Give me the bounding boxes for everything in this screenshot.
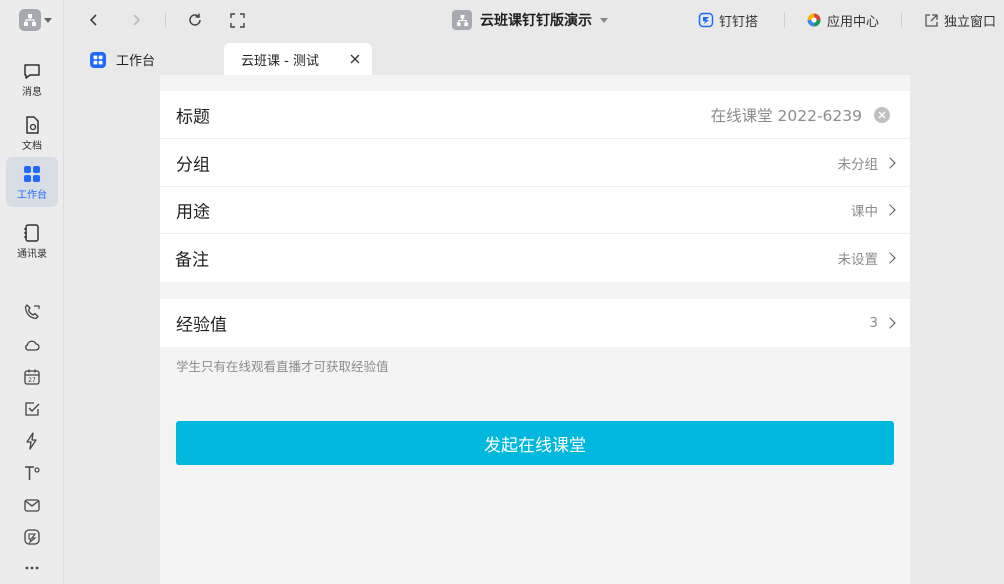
tab-label: 云班课 - 测试 — [241, 53, 319, 69]
note-value: 未设置 — [837, 252, 879, 268]
form-group-basic: 标题 在线课堂 2022-6239 分组 未分组 用途 课中 备注 未设置 — [160, 91, 910, 282]
note-label: 备注 — [175, 250, 209, 271]
app-center-label: 应用中心 — [827, 14, 880, 30]
title-row[interactable]: 标题 在线课堂 2022-6239 — [160, 91, 910, 139]
chevron-right-icon — [884, 317, 896, 329]
chevron-down-icon — [44, 17, 52, 23]
dingda-link[interactable]: 钉钉搭 — [698, 10, 758, 30]
dingda-label: 钉钉搭 — [719, 14, 759, 30]
flash-icon[interactable] — [22, 431, 42, 451]
close-icon[interactable] — [348, 52, 362, 66]
tab-label: 工作台 — [116, 54, 156, 69]
divider — [784, 12, 785, 28]
sidebar-item-messages[interactable]: 消息 — [6, 54, 58, 104]
purpose-value: 课中 — [851, 204, 878, 220]
sidebar-item-workbench[interactable]: 工作台 — [6, 157, 58, 207]
fullscreen-icon[interactable] — [227, 10, 247, 30]
org-logo-icon — [452, 10, 472, 30]
exp-value: 3 — [869, 315, 878, 331]
purpose-label: 用途 — [176, 202, 210, 223]
sidebar-item-contacts[interactable]: 通讯录 — [6, 216, 58, 266]
phone-icon[interactable] — [22, 302, 42, 322]
dingda-icon — [698, 12, 714, 28]
clear-icon[interactable] — [874, 106, 890, 123]
org-switcher[interactable] — [19, 8, 57, 32]
back-icon[interactable] — [84, 10, 104, 30]
sidebar-item-label: 通讯录 — [17, 248, 47, 260]
chevron-down-icon — [600, 17, 608, 23]
exp-hint: 学生只有在线观看直播才可获取经验值 — [176, 359, 389, 374]
sidebar-item-label: 文档 — [22, 140, 42, 152]
contacts-icon — [24, 223, 39, 242]
group-value: 未分组 — [837, 156, 879, 173]
cloud-icon[interactable] — [22, 335, 42, 355]
tab-bar: 工作台 云班课 - 测试 — [64, 40, 1004, 75]
mail-icon[interactable] — [22, 495, 42, 515]
note-row[interactable]: 备注 未设置 — [160, 234, 910, 282]
sidebar-item-documents[interactable]: 文档 — [6, 108, 58, 158]
detach-window-icon — [925, 13, 938, 27]
start-online-class-button[interactable]: 发起在线课堂 — [176, 421, 894, 465]
more-icon[interactable] — [22, 558, 42, 578]
group-row[interactable]: 分组 未分组 — [160, 139, 910, 187]
org-title-switcher[interactable]: 云班课钉钉版演示 — [452, 8, 608, 32]
tab-workbench[interactable]: 工作台 — [90, 50, 155, 69]
divider — [901, 12, 902, 28]
forward-icon[interactable] — [126, 10, 146, 30]
message-icon — [24, 63, 40, 79]
workbench-icon — [90, 51, 106, 68]
main-content: 标题 在线课堂 2022-6239 分组 未分组 用途 课中 备注 未设置 经验… — [160, 75, 910, 584]
exp-label: 经验值 — [176, 315, 227, 336]
dingtalk-icon[interactable] — [22, 527, 42, 547]
tab-yunbanke-test[interactable]: 云班课 - 测试 — [224, 43, 372, 75]
chevron-right-icon — [884, 204, 896, 216]
sidebar-item-label: 消息 — [22, 86, 42, 98]
chevron-right-icon — [884, 156, 896, 169]
chevron-right-icon — [884, 252, 896, 264]
title-value[interactable]: 在线课堂 2022-6239 — [711, 104, 862, 126]
todo-icon[interactable] — [22, 399, 42, 419]
form-group-exp: 经验值 3 — [160, 299, 910, 347]
calendar-day: 27 — [28, 377, 36, 384]
app-center-icon — [807, 13, 821, 27]
workbench-icon — [24, 165, 40, 182]
purpose-row[interactable]: 用途 课中 — [160, 187, 910, 234]
exp-row[interactable]: 经验值 3 — [160, 299, 910, 347]
detach-window-label: 独立窗口 — [944, 14, 997, 30]
sidebar-item-label: 工作台 — [17, 189, 47, 201]
refresh-icon[interactable] — [185, 10, 205, 30]
typeface-icon[interactable] — [22, 463, 42, 483]
document-icon — [26, 115, 39, 134]
calendar-icon[interactable]: 27 — [22, 367, 42, 387]
top-bar: 云班课钉钉版演示 钉钉搭 应用中心 独立窗口 — [64, 0, 1004, 40]
divider — [165, 12, 166, 28]
detach-window-link[interactable]: 独立窗口 — [924, 10, 996, 30]
title-label: 标题 — [176, 107, 210, 127]
org-icon — [19, 9, 41, 31]
left-rail: 消息 文档 工作台 通讯录 27 — [0, 0, 64, 584]
window-title: 云班课钉钉版演示 — [480, 13, 592, 29]
app-center-link[interactable]: 应用中心 — [806, 10, 879, 30]
group-label: 分组 — [176, 155, 210, 175]
